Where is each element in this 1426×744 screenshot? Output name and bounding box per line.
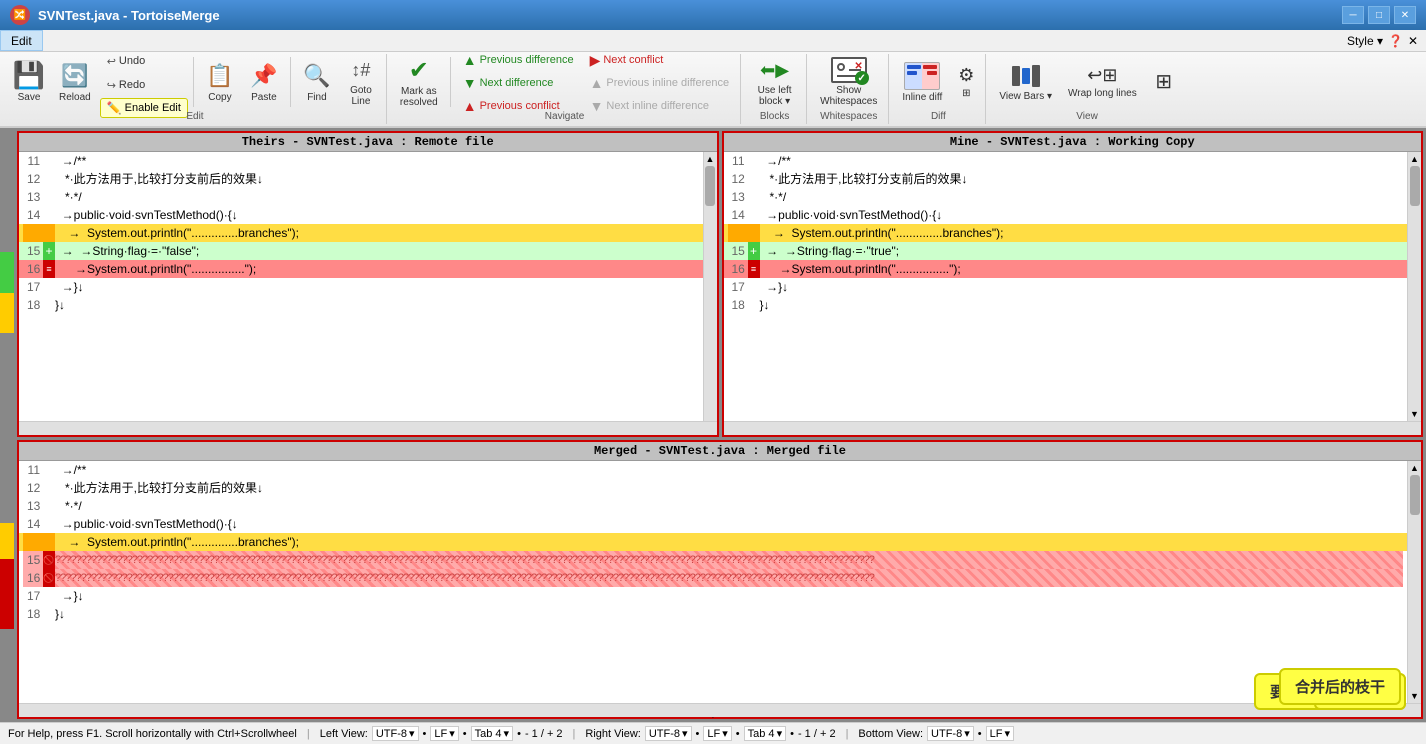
merged-hscrollbar[interactable] [19, 703, 1421, 717]
merged-line-11: 11 →/** [19, 461, 1407, 479]
theirs-vscrollbar[interactable]: ▲ ▼ [703, 152, 717, 421]
view-bars-button[interactable]: View Bars ▾ [992, 54, 1059, 110]
menu-close[interactable]: ✕ [1408, 34, 1418, 48]
bottom-encoding-dropdown[interactable]: UTF-8 ▾ [927, 726, 974, 741]
merged-line-12: 12 *·此方法用于,比较打分支前后的效果↓ [19, 479, 1407, 497]
merged-line-17: 17 →}↓ [19, 587, 1407, 605]
theirs-line-17: 17 →}↓ [19, 278, 703, 296]
merged-panel: Merged - SVNTest.java : Merged file 11 →… [17, 440, 1423, 719]
theirs-panel: Theirs - SVNTest.java : Remote file 11 →… [17, 131, 719, 437]
right-encoding-dropdown[interactable]: UTF-8 ▾ [645, 726, 692, 741]
help-text: For Help, press F1. Scroll horizontally … [8, 728, 297, 740]
theirs-line-12: 12 *·此方法用于,比较打分支前后的效果↓ [19, 170, 703, 188]
left-encoding-dropdown[interactable]: UTF-8 ▾ [372, 726, 419, 741]
left-tab-dropdown[interactable]: Tab 4 ▾ [471, 726, 513, 741]
theirs-line-14: 14 →public·void·svnTestMethod()·{↓ [19, 206, 703, 224]
right-eol-dropdown[interactable]: LF ▾ [703, 726, 731, 741]
merged-line-18: 18 }↓ [19, 605, 1407, 623]
bottom-eol-dropdown[interactable]: LF ▾ [986, 726, 1014, 741]
next-conflict-button[interactable]: ▶ Next conflict [583, 49, 737, 71]
use-left-block-button[interactable]: ⬅▶ Use leftblock ▾ [747, 54, 802, 110]
wrap-lines-button[interactable]: ↩⊞ Wrap long lines [1061, 54, 1144, 110]
window-title: SVNTest.java - TortoiseMerge [38, 8, 220, 23]
right-tab-dropdown[interactable]: Tab 4 ▾ [744, 726, 786, 741]
merged-callout: 合并后的枝干 [1279, 668, 1401, 705]
theirs-header: Theirs - SVNTest.java : Remote file [19, 133, 717, 152]
toolbar: 💾 Save 🔄 Reload ↩ Undo ↪ Redo ✏️ Enable … [0, 52, 1426, 128]
mark-resolved-button[interactable]: ✔ Mark asresolved [393, 54, 445, 110]
menu-edit[interactable]: Edit [0, 30, 43, 51]
merged-line-15: 15 🚫 ???????????????????????????????????… [19, 551, 1407, 569]
save-button[interactable]: 💾 Save [8, 54, 50, 110]
right-view-status: Right View: UTF-8 ▾ • LF ▾ • Tab 4 ▾ • -… [585, 726, 835, 741]
minimize-button[interactable]: ─ [1342, 6, 1364, 24]
diff-options-button[interactable]: ⚙ ⊞ [951, 54, 981, 110]
next-difference-button[interactable]: ▼ Next difference [456, 72, 581, 94]
merged-line-16: 16 🚫 ???????????????????????????????????… [19, 569, 1407, 587]
mine-header: Mine - SVNTest.java : Working Copy [724, 133, 1422, 152]
merged-line-yellow: → System.out.println("..............bran… [19, 533, 1407, 551]
show-whitespaces-button[interactable]: ✓ ✕ ShowWhitespaces [813, 54, 884, 110]
theirs-line-15: 15 + → →String·flag·=·"false"; [19, 242, 703, 260]
theirs-hscrollbar[interactable] [19, 421, 717, 435]
theirs-line-18: 18 }↓ [19, 296, 703, 314]
mine-panel: Mine - SVNTest.java : Working Copy 11 →/… [722, 131, 1424, 437]
mine-line-12: 12 *·此方法用于,比较打分支前后的效果↓ [724, 170, 1408, 188]
mine-line-yellow: → System.out.println("..............bran… [724, 224, 1408, 242]
mine-line-16: 16 ≡ →System.out.println("..............… [724, 260, 1408, 278]
theirs-line-yellow: → System.out.println("..............bran… [19, 224, 703, 242]
bottom-view-status: Bottom View: UTF-8 ▾ • LF ▾ [858, 726, 1014, 741]
title-bar: 🔀 SVNTest.java - TortoiseMerge ─ □ ✕ [0, 0, 1426, 30]
mine-vscrollbar[interactable]: ▲ ▼ [1407, 152, 1421, 421]
mine-line-18: 18 }↓ [724, 296, 1408, 314]
mine-line-11: 11 →/** [724, 152, 1408, 170]
mine-hscrollbar[interactable] [724, 421, 1422, 435]
mine-line-14: 14 →public·void·svnTestMethod()·{↓ [724, 206, 1408, 224]
left-eol-dropdown[interactable]: LF ▾ [430, 726, 458, 741]
theirs-line-13: 13 *·*/ [19, 188, 703, 206]
merged-vscrollbar[interactable]: ▲ ▼ [1407, 461, 1421, 703]
help-button[interactable]: ❓ [1388, 34, 1403, 48]
style-menu[interactable]: Style ▾ [1347, 34, 1383, 48]
prev-inline-button[interactable]: ▲ Previous inline difference [583, 72, 737, 94]
redo-button[interactable]: ↪ Redo [100, 74, 153, 96]
merged-line-13: 13 *·*/ [19, 497, 1407, 515]
inline-diff-button[interactable]: Inline diff [895, 54, 949, 110]
find-button[interactable]: 🔍 Find [296, 54, 338, 110]
reload-button[interactable]: 🔄 Reload [52, 54, 98, 110]
prev-difference-button[interactable]: ▲ Previous difference [456, 49, 581, 71]
main-content: Theirs - SVNTest.java : Remote file 11 →… [0, 128, 1426, 722]
view-more-button[interactable]: ⊞ [1146, 54, 1182, 110]
theirs-line-11: 11 →/** [19, 152, 703, 170]
mine-line-13: 13 *·*/ [724, 188, 1408, 206]
mine-line-17: 17 →}↓ [724, 278, 1408, 296]
goto-line-button[interactable]: ↕# GotoLine [340, 54, 382, 110]
merged-header: Merged - SVNTest.java : Merged file [19, 442, 1421, 461]
close-button[interactable]: ✕ [1394, 6, 1416, 24]
merged-line-14: 14 →public·void·svnTestMethod()·{↓ [19, 515, 1407, 533]
maximize-button[interactable]: □ [1368, 6, 1390, 24]
paste-button[interactable]: 📌 Paste [243, 54, 285, 110]
left-view-status: Left View: UTF-8 ▾ • LF ▾ • Tab 4 ▾ • - … [320, 726, 563, 741]
undo-button[interactable]: ↩ Undo [100, 50, 153, 72]
theirs-line-16: 16 ≡ →System.out.println("..............… [19, 260, 703, 278]
copy-button[interactable]: 📋 Copy [199, 54, 241, 110]
app-icon: 🔀 [10, 5, 30, 25]
status-bar: For Help, press F1. Scroll horizontally … [0, 722, 1426, 744]
mine-line-15: 15 + → →String·flag·=·"true"; [724, 242, 1408, 260]
